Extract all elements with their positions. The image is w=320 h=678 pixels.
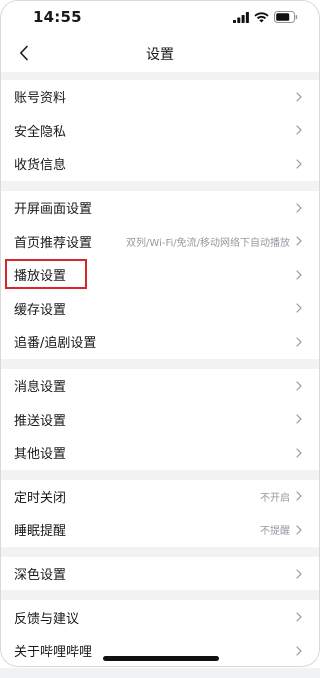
settings-row[interactable]: 反馈与建议: [0, 600, 320, 634]
settings-row[interactable]: 账号资料: [0, 80, 320, 114]
chevron-right-icon: [296, 325, 302, 359]
settings-group: 开屏画面设置 首页推荐设置 双列/Wi-Fi/免流/移动网络下自动播放播放设置缓存设…: [0, 190, 320, 359]
settings-group: 账号资料安全隐私收货信息: [0, 80, 320, 181]
settings-row[interactable]: 睡眠提醒 不提醒: [0, 513, 320, 547]
chevron-right-icon: [296, 513, 302, 547]
settings-row[interactable]: 定时关闭 不开启: [0, 480, 320, 514]
status-bar: 14:55: [0, 0, 320, 36]
battery-icon: [274, 11, 298, 23]
chevron-right-icon: [296, 114, 302, 148]
settings-group: 定时关闭 不开启睡眠提醒 不提醒: [0, 479, 320, 547]
settings-row[interactable]: 消息设置: [0, 369, 320, 403]
chevron-right-icon: [296, 147, 302, 181]
page-title: 设置: [146, 47, 174, 63]
settings-row-label: 收货信息: [14, 158, 67, 174]
settings-row-label: 睡眠提醒: [14, 524, 67, 540]
settings-row[interactable]: 其他设置: [0, 436, 320, 470]
settings-row-label: 追番/追剧设置: [14, 336, 97, 352]
status-time: 14:55: [33, 8, 82, 26]
settings-group: 消息设置推送设置其他设置: [0, 368, 320, 470]
chevron-right-icon: [296, 402, 302, 436]
settings-row[interactable]: 推送设置: [0, 402, 320, 436]
settings-row-label: 其他设置: [14, 447, 67, 463]
settings-row[interactable]: 安全隐私: [0, 114, 320, 148]
settings-row[interactable]: 追番/追剧设置: [0, 325, 320, 359]
settings-row-label: 定时关闭: [14, 490, 67, 506]
settings-row-value: 不开启: [260, 492, 290, 504]
status-icons: [233, 11, 298, 23]
settings-row-label: 缓存设置: [14, 302, 67, 318]
highlight-box: [5, 258, 87, 289]
settings-row-label: 反馈与建议: [14, 611, 80, 627]
settings-row[interactable]: 关于哔哩哔哩: [0, 634, 320, 668]
chevron-right-icon: [296, 600, 302, 634]
signal-icon: [233, 11, 249, 23]
settings-row-label: 开屏画面设置: [14, 202, 93, 218]
chevron-right-icon: [296, 436, 302, 470]
chevron-right-icon: [296, 224, 302, 258]
chevron-right-icon: [296, 292, 302, 326]
settings-row[interactable]: 收货信息: [0, 147, 320, 181]
settings-row-label: 深色设置: [14, 568, 67, 584]
chevron-right-icon: [296, 480, 302, 514]
settings-list: 账号资料安全隐私收货信息开屏画面设置 首页推荐设置 双列/Wi-Fi/免流/移动网络…: [0, 80, 320, 678]
chevron-right-icon: [296, 80, 302, 114]
settings-row-value: 不提醒: [260, 526, 290, 538]
settings-row-value: 双列/Wi-Fi/免流/移动网络下自动播放: [126, 237, 290, 249]
wifi-icon: [254, 11, 269, 22]
settings-row[interactable]: 播放设置: [0, 258, 320, 292]
settings-row-label: 推送设置: [14, 413, 67, 429]
chevron-right-icon: [296, 191, 302, 225]
navigation-bar: 设置: [0, 36, 320, 72]
chevron-right-icon: [296, 634, 302, 668]
settings-row-label: 消息设置: [14, 380, 67, 396]
settings-row[interactable]: 开屏画面设置: [0, 191, 320, 225]
chevron-right-icon: [296, 557, 302, 591]
chevron-right-icon: [296, 369, 302, 403]
settings-row-label: 账号资料: [14, 91, 67, 107]
settings-row[interactable]: 深色设置: [0, 557, 320, 591]
settings-row-label: 关于哔哩哔哩: [14, 645, 93, 661]
settings-row-label: 安全隐私: [14, 124, 67, 140]
chevron-right-icon: [296, 258, 302, 292]
home-indicator: [103, 656, 219, 661]
settings-row[interactable]: 首页推荐设置 双列/Wi-Fi/免流/移动网络下自动播放: [0, 224, 320, 258]
settings-row[interactable]: 缓存设置: [0, 292, 320, 326]
settings-group: 深色设置: [0, 556, 320, 591]
settings-row-label: 首页推荐设置: [14, 235, 93, 251]
